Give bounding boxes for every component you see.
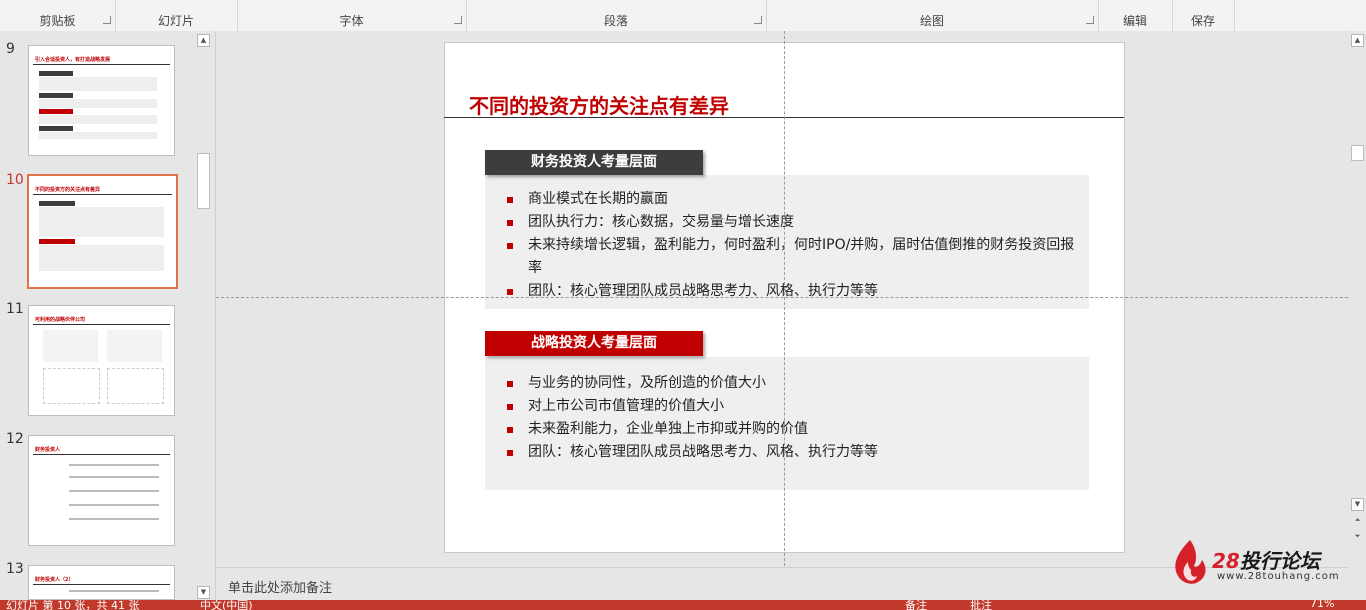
dialog-launcher-icon[interactable] <box>454 16 462 24</box>
bullet-item: 团队：核心管理团队成员战略思考力、风格、执行力等等 <box>507 441 1087 464</box>
slide-thumbnail[interactable]: 引入合适投资人，有打造战略发展 <box>28 45 175 156</box>
scroll-up-icon[interactable]: ▲ <box>1351 34 1364 47</box>
scroll-up-icon[interactable]: ▲ <box>197 34 210 47</box>
thumbnail-box <box>39 99 157 108</box>
language-indicator[interactable]: 中文(中国) <box>200 600 253 610</box>
ribbon-group-label: 编辑 <box>1122 14 1147 28</box>
ribbon-group-paragraph[interactable]: 段落 <box>466 0 767 31</box>
thumbnail-rule <box>33 194 172 195</box>
thumbnail-number: 9 <box>6 41 15 57</box>
notes-placeholder: 单击此处添加备注 <box>228 581 333 596</box>
thumbnail-number: 12 <box>6 431 24 447</box>
ribbon-group-label: 段落 <box>603 14 628 28</box>
watermark-url: www.28touhang.com <box>1217 571 1340 582</box>
thumbnail-box <box>107 330 162 362</box>
thumbnail-title: 财务投资人 <box>35 447 61 453</box>
thumbnail-line <box>69 504 159 506</box>
ribbon-group-font[interactable]: 字体 <box>237 0 467 31</box>
scrollbar-thumb[interactable] <box>1351 145 1364 161</box>
thumbnail-title: 可利用的战略伙伴公司 <box>35 317 86 323</box>
ribbon-group-label: 剪贴板 <box>39 14 76 28</box>
thumbnail-number: 11 <box>6 301 24 317</box>
thumbnail-title: 不同的投资方的关注点有差异 <box>35 187 101 193</box>
ribbon-group-label: 幻灯片 <box>157 14 194 28</box>
thumbnail-rule <box>33 324 170 325</box>
dialog-launcher-icon[interactable] <box>103 16 111 24</box>
ribbon-group-save[interactable]: 保存 <box>1172 0 1235 31</box>
thumbnail-rule <box>33 584 170 585</box>
thumbnail-number: 10 <box>6 172 24 188</box>
slide-thumbnail[interactable]: 财务投资人（2） <box>28 565 175 600</box>
thumbnail-box <box>39 77 157 91</box>
thumbnail-bar <box>39 239 75 244</box>
thumbnail-bar <box>39 109 73 114</box>
thumbnail-line <box>69 590 159 592</box>
thumbnail-title: 财务投资人（2） <box>35 577 74 583</box>
watermark-title: 28投行论坛 <box>1212 545 1320 574</box>
previous-slide-icon[interactable]: ⏶ <box>1351 515 1364 528</box>
ribbon-group-bar: 剪贴板 幻灯片 字体 段落 绘图 编辑 保存 <box>0 0 1366 32</box>
thumbnail-line <box>69 476 159 478</box>
ribbon-group-editing[interactable]: 编辑 <box>1098 0 1173 31</box>
bullet-item: 团队执行力：核心数据，交易量与增长速度 <box>507 211 1087 234</box>
thumbnail-rule <box>33 64 170 65</box>
bullet-item: 团队：核心管理团队成员战略思考力、风格、执行力等等 <box>507 280 1087 303</box>
watermark-name: 投行论坛 <box>1239 549 1320 573</box>
vertical-guide[interactable] <box>784 31 785 566</box>
status-bar: 幻灯片 第 10 张，共 41 张 中文(中国) 备注 批注 71% <box>0 600 1366 610</box>
thumbnail-line <box>69 518 159 520</box>
next-slide-icon[interactable]: ⏷ <box>1351 531 1364 544</box>
bullet-list-financial[interactable]: 商业模式在长期的赢面 团队执行力：核心数据，交易量与增长速度 未来持续增长逻辑，… <box>507 188 1087 303</box>
slide-title[interactable]: 不同的投资方的关注点有差异 <box>469 90 729 119</box>
bullet-item: 与业务的协同性，及所创造的价值大小 <box>507 372 1087 395</box>
thumbnail-box <box>107 368 164 404</box>
slide-thumbnail[interactable]: 可利用的战略伙伴公司 <box>28 305 175 416</box>
editor-scrollbar[interactable]: ▲ ▼ ⏶ ⏷ <box>1349 31 1366 600</box>
dialog-launcher-icon[interactable] <box>1086 16 1094 24</box>
ribbon-group-label: 字体 <box>339 14 364 28</box>
scroll-down-icon[interactable]: ▼ <box>197 586 210 599</box>
watermark-number: 28 <box>1212 549 1240 573</box>
section-heading-financial[interactable]: 财务投资人考量层面 <box>485 150 703 175</box>
thumbnail-line <box>69 464 159 466</box>
thumbnail-box <box>39 207 164 237</box>
scrollbar-thumb[interactable] <box>197 153 210 209</box>
thumbnail-rule <box>33 454 170 455</box>
bullet-item: 未来持续增长逻辑，盈利能力，何时盈利，何时IPO/并购，届时估值倒推的财务投资回… <box>507 234 1087 280</box>
ribbon-group-slides[interactable]: 幻灯片 <box>115 0 238 31</box>
ribbon-group-label: 绘图 <box>919 14 944 28</box>
thumbnail-box <box>39 132 157 139</box>
zoom-level[interactable]: 71% <box>1310 600 1334 610</box>
horizontal-guide[interactable] <box>216 297 1348 298</box>
bullet-item: 未来盈利能力，企业单独上市抑或并购的价值 <box>507 418 1087 441</box>
thumbnail-title: 引入合适投资人，有打造战略发展 <box>35 57 111 63</box>
scroll-down-icon[interactable]: ▼ <box>1351 498 1364 511</box>
thumbnail-bar <box>39 71 73 76</box>
bullet-list-strategic[interactable]: 与业务的协同性，及所创造的价值大小 对上市公司市值管理的价值大小 未来盈利能力，… <box>507 372 1087 464</box>
slide-counter: 幻灯片 第 10 张，共 41 张 <box>6 600 140 610</box>
notes-toggle[interactable]: 备注 <box>905 600 927 610</box>
thumbnail-number: 13 <box>6 561 24 577</box>
bullet-item: 商业模式在长期的赢面 <box>507 188 1087 211</box>
comments-toggle[interactable]: 批注 <box>970 600 992 610</box>
section-heading-strategic[interactable]: 战略投资人考量层面 <box>485 331 703 356</box>
thumbnail-box <box>39 115 157 124</box>
slide-thumbnail-selected[interactable]: 不同的投资方的关注点有差异 <box>27 174 178 289</box>
thumbnail-box <box>39 245 164 271</box>
slide-thumbnail[interactable]: 财务投资人 <box>28 435 175 546</box>
thumbnail-scrollbar[interactable]: ▲ ▼ <box>196 31 212 600</box>
bullet-item: 对上市公司市值管理的价值大小 <box>507 395 1087 418</box>
thumbnail-box <box>43 330 98 362</box>
thumbnail-bar <box>39 93 73 98</box>
thumbnail-bar <box>39 126 73 131</box>
dialog-launcher-icon[interactable] <box>754 16 762 24</box>
thumbnail-box <box>43 368 100 404</box>
ribbon-group-label: 保存 <box>1190 14 1215 28</box>
ribbon-group-clipboard[interactable]: 剪贴板 <box>0 0 116 31</box>
thumbnail-line <box>69 490 159 492</box>
thumbnail-bar <box>39 201 75 206</box>
ribbon-group-drawing[interactable]: 绘图 <box>766 0 1099 31</box>
